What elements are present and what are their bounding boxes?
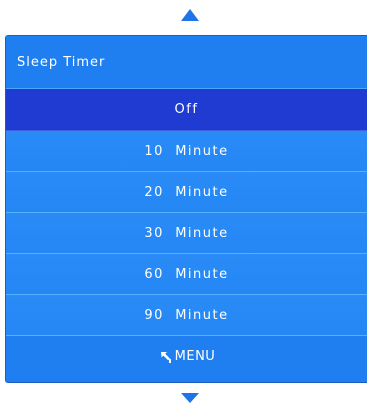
option-20-minute[interactable]: 20 Minute — [6, 172, 367, 213]
sleep-timer-screen: Sleep Timer Off 10 Minute 20 Minute 30 M… — [0, 0, 367, 404]
option-10-minute[interactable]: 10 Minute — [6, 131, 367, 172]
option-label: 30 Minute — [144, 225, 229, 241]
option-label: 20 Minute — [144, 184, 229, 200]
option-label: 90 Minute — [144, 307, 229, 323]
option-off[interactable]: Off — [6, 89, 367, 131]
scroll-down-arrow-icon[interactable] — [181, 393, 199, 403]
option-30-minute[interactable]: 30 Minute — [6, 213, 367, 254]
back-arrow-icon — [160, 351, 171, 363]
option-60-minute[interactable]: 60 Minute — [6, 254, 367, 295]
menu-label: MENU — [174, 349, 216, 364]
panel-title: Sleep Timer — [6, 36, 367, 89]
option-label: 10 Minute — [144, 143, 229, 159]
sleep-timer-panel: Sleep Timer Off 10 Minute 20 Minute 30 M… — [5, 35, 367, 383]
option-label: 60 Minute — [144, 266, 229, 282]
menu-back-button[interactable]: MENU — [6, 336, 367, 377]
option-label: Off — [174, 102, 199, 117]
option-90-minute[interactable]: 90 Minute — [6, 295, 367, 336]
scroll-up-arrow-icon[interactable] — [181, 9, 199, 21]
